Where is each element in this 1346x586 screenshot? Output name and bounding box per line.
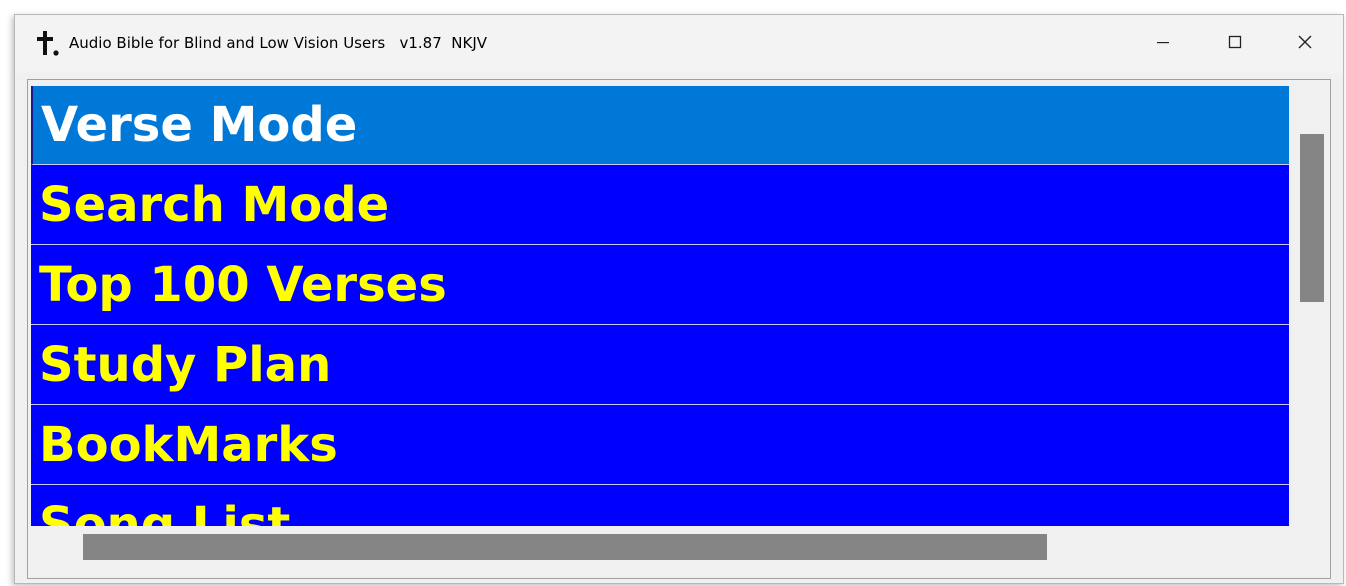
vertical-scrollbar[interactable] [1294,86,1328,526]
list-item[interactable]: Song List [31,486,1289,526]
list-item-label: BookMarks [39,417,338,473]
list-item-label: Study Plan [39,337,332,393]
close-icon [1297,34,1313,54]
cross-icon [35,29,61,57]
title-bar[interactable]: Audio Bible for Blind and Low Vision Use… [15,15,1343,73]
list-item[interactable]: BookMarks [31,406,1289,485]
minimize-button[interactable] [1129,15,1197,73]
maximize-button[interactable] [1201,15,1269,73]
list-item-label: Search Mode [39,177,390,233]
list-item[interactable]: Study Plan [31,326,1289,405]
vertical-scroll-thumb[interactable] [1300,134,1324,302]
minimize-icon [1155,34,1171,54]
menu-list[interactable]: Verse Mode Search Mode Top 100 Verses Study… [31,86,1289,526]
horizontal-scroll-thumb[interactable] [83,534,1047,560]
app-window: Audio Bible for Blind and Low Vision Use… [14,14,1344,584]
list-item-label: Top 100 Verses [39,257,447,313]
list-item[interactable]: Search Mode [31,166,1289,245]
menu-list-panel: Verse Mode Search Mode Top 100 Verses Study… [27,79,1331,579]
list-item[interactable]: Top 100 Verses [31,246,1289,325]
horizontal-scrollbar[interactable] [31,526,1289,570]
close-button[interactable] [1271,15,1339,73]
list-item[interactable]: Verse Mode [31,86,1289,165]
maximize-icon [1227,34,1243,54]
list-item-label: Song List [39,497,291,526]
window-title: Audio Bible for Blind and Low Vision Use… [69,34,488,52]
list-item-label: Verse Mode [41,97,358,153]
